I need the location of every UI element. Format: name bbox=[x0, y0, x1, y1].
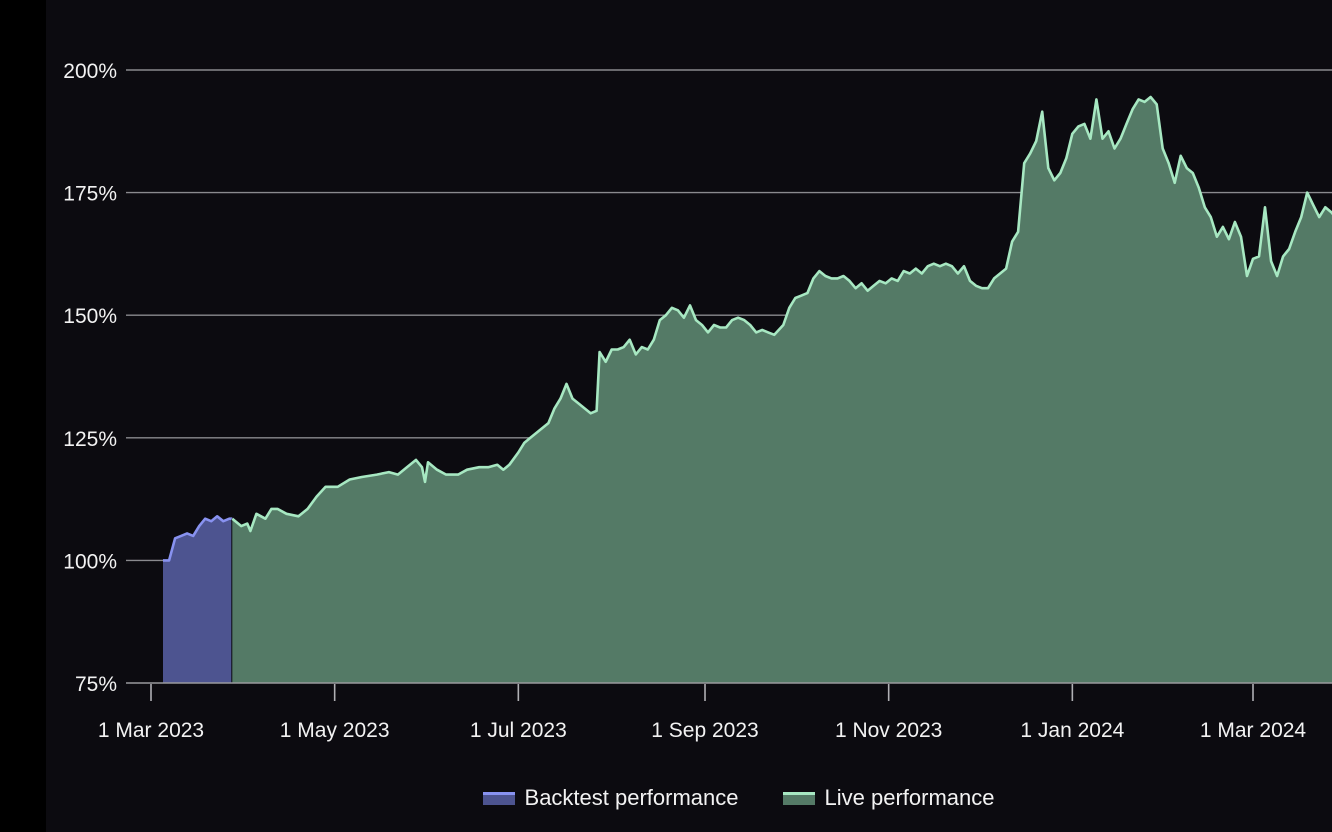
x-tick-label: 1 Jul 2023 bbox=[470, 719, 567, 742]
legend-label: Backtest performance bbox=[524, 785, 739, 810]
y-tick-label: 150% bbox=[63, 305, 117, 328]
x-tick-label: 1 Mar 2023 bbox=[98, 719, 204, 742]
series-areas bbox=[163, 95, 1332, 683]
legend-item-backtest[interactable]: Backtest performance bbox=[482, 785, 739, 811]
live-swatch-icon bbox=[782, 791, 815, 805]
y-tick-label: 75% bbox=[75, 673, 117, 696]
performance-chart: 75% 100% 125% 150% 175% 200% 1 Mar 2023 1 May 2… bbox=[63, 60, 1332, 742]
x-tick-label: 1 Nov 2023 bbox=[835, 719, 942, 742]
legend-item-live[interactable]: Live performance bbox=[782, 785, 995, 811]
legend-label: Live performance bbox=[824, 785, 995, 810]
y-tick-label: 125% bbox=[63, 428, 117, 451]
y-tick-label: 175% bbox=[63, 183, 117, 206]
backtest-swatch-icon bbox=[482, 791, 515, 805]
x-tick-label: 1 Sep 2023 bbox=[651, 719, 758, 742]
series-area-1 bbox=[232, 97, 1332, 683]
y-tick-label: 100% bbox=[63, 550, 117, 573]
y-tick-label: 200% bbox=[63, 60, 117, 83]
x-tick-label: 1 May 2023 bbox=[280, 719, 390, 742]
legend: Backtest performance Live performance bbox=[0, 782, 1332, 814]
x-tick-label: 1 Mar 2024 bbox=[1200, 719, 1307, 742]
x-tick-label: 1 Jan 2024 bbox=[1020, 719, 1124, 742]
